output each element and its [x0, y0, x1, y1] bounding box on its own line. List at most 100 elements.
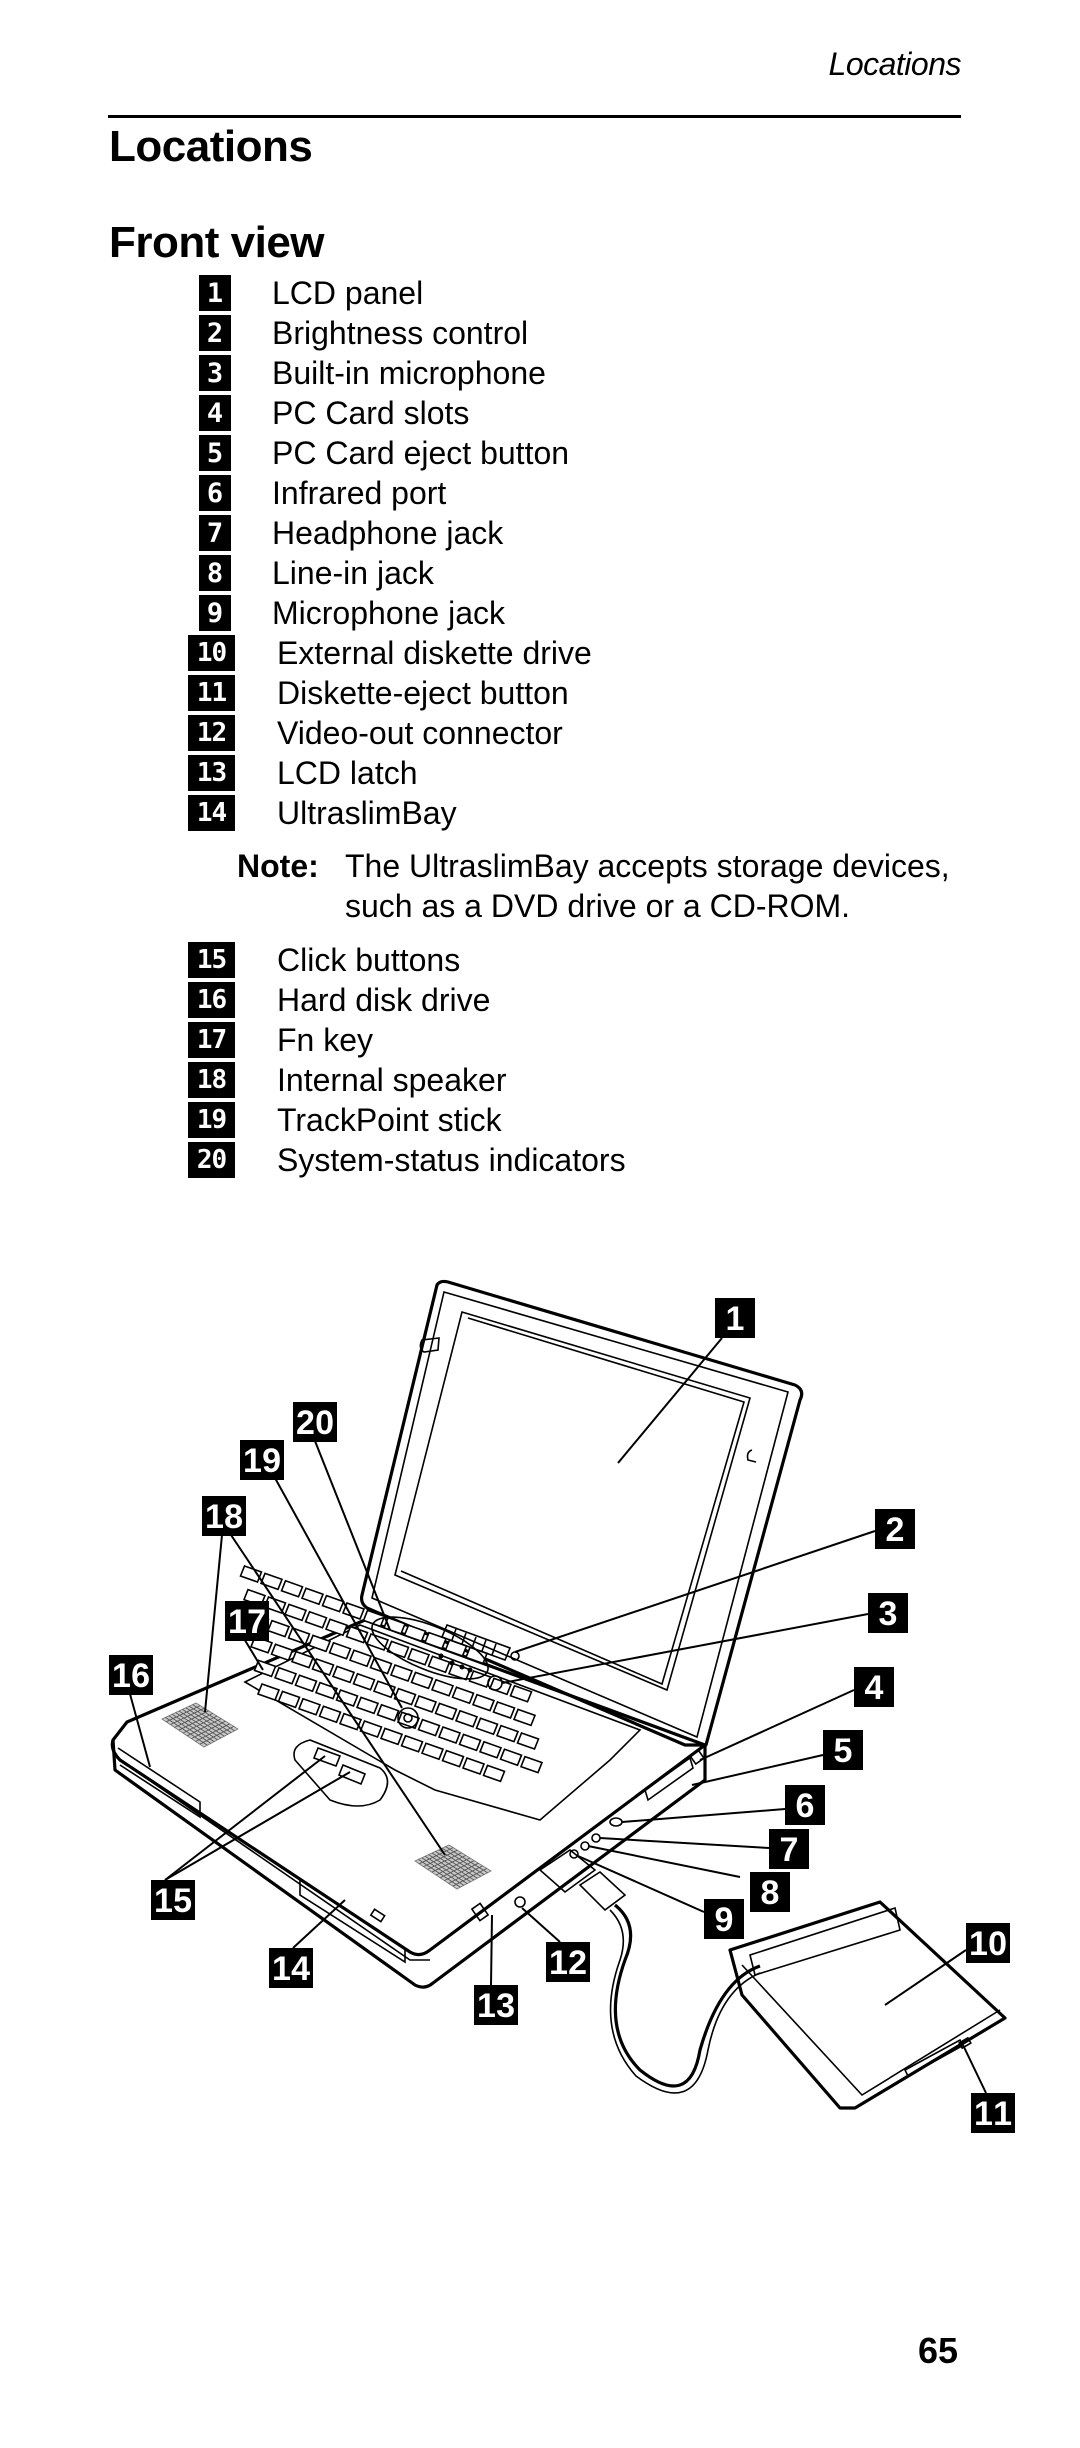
callout-number: 6 [796, 1787, 815, 1825]
line-in-jack [580, 1841, 590, 1851]
keyboard-key [434, 1702, 458, 1721]
external-diskette-drive [728, 1900, 1007, 2110]
callout-16: 16 [109, 1655, 153, 1695]
keyboard-key [413, 1694, 438, 1714]
keyboard-key [348, 1649, 373, 1668]
callout-14: 14 [269, 1948, 313, 1988]
callout-number: 2 [886, 1511, 905, 1549]
keyboard-key [482, 1764, 506, 1783]
callout-7: 7 [769, 1829, 809, 1869]
keyboard-key [499, 1748, 523, 1767]
keyboard-key [256, 1682, 281, 1702]
keyboard-key [406, 1647, 431, 1666]
keyboard-key [519, 1755, 544, 1774]
keyboard-keys [239, 1564, 544, 1783]
infrared-port [609, 1817, 623, 1827]
keyboard-key [403, 1624, 427, 1643]
keyboard-key [328, 1641, 352, 1660]
callout-number: 10 [969, 1925, 1007, 1963]
callout-19: 19 [240, 1440, 284, 1480]
callout-number: 15 [154, 1882, 192, 1920]
keyboard-key [389, 1663, 414, 1683]
callout-3: 3 [868, 1593, 908, 1633]
headphone-jack [591, 1833, 601, 1843]
keyboard-key [420, 1742, 445, 1761]
keyboard-key [331, 1665, 356, 1684]
keyboard-key [338, 1712, 363, 1731]
keyboard-key [461, 1756, 486, 1776]
callout-11: 11 [971, 2093, 1015, 2133]
keyboard-key [512, 1708, 537, 1727]
callout-20: 20 [293, 1402, 337, 1442]
callout-12: 12 [546, 1942, 590, 1982]
keyboard-key [430, 1678, 455, 1697]
callout-10: 10 [966, 1923, 1010, 1963]
keyboard-key [492, 1700, 516, 1720]
callout-15: 15 [151, 1880, 195, 1920]
callout-number: 20 [296, 1404, 334, 1442]
callout-5: 5 [823, 1730, 863, 1770]
callout-number: 11 [974, 2095, 1012, 2133]
callout-number: 18 [205, 1498, 243, 1536]
keyboard-key [437, 1725, 462, 1745]
video-out-port [514, 1896, 526, 1908]
keyboard-key [355, 1696, 380, 1715]
keyboard-key [324, 1618, 349, 1637]
speaker-grille-right [414, 1844, 492, 1890]
callout-number: 4 [865, 1669, 884, 1707]
lcd-latch-right [746, 1449, 757, 1463]
laptop-front-view-figure: 1234567891011121314151617181920 [109, 1279, 1015, 2133]
callout-number: 1 [726, 1300, 745, 1338]
callout-2: 2 [875, 1509, 915, 1549]
diskette-connector [538, 1849, 597, 1894]
keyboard-key [266, 1619, 291, 1638]
diskette-slot [903, 2038, 963, 2078]
keyboard-key [410, 1671, 434, 1690]
keyboard-key [478, 1740, 503, 1759]
keyboard-key [458, 1733, 482, 1752]
keyboard-key [239, 1564, 263, 1584]
callout-number: 13 [477, 1987, 515, 2025]
callout-badges: 1234567891011121314151617181920 [109, 1298, 1015, 2133]
click-button-right [337, 1763, 367, 1786]
keyboard-key [277, 1690, 301, 1709]
keyboard-key [283, 1603, 308, 1622]
callout-number: 19 [243, 1442, 281, 1480]
callout-1: 1 [715, 1298, 755, 1338]
keyboard-key [516, 1731, 540, 1751]
callout-17: 17 [225, 1601, 269, 1641]
callout-number: 7 [780, 1831, 799, 1869]
keyboard-key [471, 1693, 496, 1712]
callout-18: 18 [202, 1496, 246, 1536]
callout-9: 9 [704, 1899, 744, 1939]
keyboard-key [393, 1687, 417, 1706]
keyboard-key [273, 1666, 298, 1685]
keyboard-key [400, 1734, 424, 1753]
callout-number: 9 [715, 1901, 734, 1939]
keyboard-key [318, 1705, 342, 1724]
keyboard-key [427, 1655, 451, 1674]
callout-number: 3 [879, 1595, 898, 1633]
keyboard-key [454, 1709, 479, 1728]
page-number: 65 [918, 2330, 959, 2371]
keyboard-key [441, 1749, 465, 1768]
keyboard-key [495, 1724, 520, 1743]
callout-number: 16 [112, 1657, 150, 1695]
keyboard-key [304, 1610, 328, 1629]
keyboard-key [379, 1727, 404, 1746]
callout-number: 8 [761, 1874, 780, 1912]
keyboard-key [294, 1674, 318, 1693]
keyboard-key [386, 1640, 410, 1659]
keyboard-key [451, 1686, 475, 1705]
keyboard-key [300, 1587, 325, 1606]
keyboard-key [376, 1703, 400, 1722]
callout-6: 6 [785, 1785, 825, 1825]
callout-number: 5 [834, 1732, 853, 1770]
keyboard-key [314, 1681, 339, 1700]
keyboard-key [352, 1672, 376, 1691]
callout-13: 13 [474, 1985, 518, 2025]
speaker-grille-left [161, 1702, 239, 1748]
keyboard-key [297, 1697, 322, 1716]
keyboard-key [259, 1572, 284, 1591]
keyboard-key [417, 1718, 441, 1737]
